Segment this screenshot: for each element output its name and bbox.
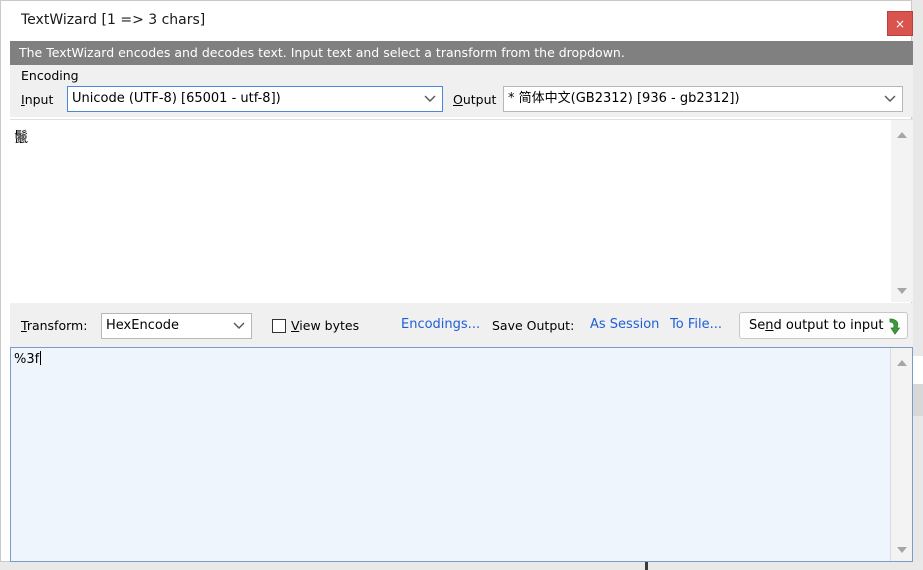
output-label-accel: O [453,92,463,107]
transform-select[interactable]: HexEncode [101,313,252,339]
input-encoding-value: Unicode (UTF-8) [65001 - utf-8]) [72,91,281,106]
input-encoding-select[interactable]: Unicode (UTF-8) [65001 - utf-8]) [67,86,443,112]
output-value: %3f [14,352,40,367]
send-button-prefix: Se [749,318,766,333]
transform-label: Transform: [21,318,87,333]
send-button-text: d output to input [773,318,884,333]
output-encoding-select[interactable]: * 简体中文(GB2312) [936 - gb2312]) [503,86,903,112]
return-arrow-icon [887,317,901,344]
scroll-up-icon[interactable] [897,132,907,138]
input-label-text: nput [24,92,54,107]
scroll-up-icon[interactable] [897,360,907,366]
background-panel-strip [912,384,923,416]
background-bottom-strip [0,561,923,570]
output-text: %3f [14,351,42,367]
output-scrollbar[interactable] [890,348,912,561]
window-title: TextWizard [1 => 3 chars] [21,12,206,28]
chevron-down-icon [424,87,436,103]
output-textarea[interactable]: %3f [10,347,913,562]
text-caret [40,351,42,365]
output-encoding-label: Output [453,92,496,107]
transform-label-text: ransform: [26,318,88,333]
send-output-to-input-button[interactable]: Send output to input [739,312,908,339]
background-panel [912,356,923,384]
info-text: The TextWizard encodes and decodes text.… [19,45,625,60]
background-divider [645,561,648,570]
transform-value: HexEncode [106,318,180,333]
close-icon: × [894,17,906,31]
close-button[interactable]: × [887,11,913,36]
save-output-label: Save Output: [492,318,575,333]
title-bar[interactable]: TextWizard [1 => 3 chars] × [1,1,913,39]
scroll-down-icon[interactable] [897,547,907,553]
save-to-file-link[interactable]: To File... [670,317,722,332]
textwizard-window: TextWizard [1 => 3 chars] × The TextWiza… [0,0,913,562]
chevron-down-icon [884,87,896,103]
send-button-accel: n [765,318,774,333]
chevron-down-icon [233,314,245,330]
save-as-session-link[interactable]: As Session [590,317,659,332]
info-bar: The TextWizard encodes and decodes text.… [10,41,913,65]
input-text: 鬛 [14,130,28,146]
view-bytes-label[interactable]: View bytes [291,318,359,333]
input-textarea[interactable]: 鬛 [10,119,913,302]
input-encoding-label: Input [21,92,53,107]
view-bytes-checkbox[interactable] [272,319,286,333]
scroll-down-icon[interactable] [897,288,907,294]
transform-toolbar: Transform: HexEncode View bytes Encoding… [10,303,913,347]
background-window-edge [912,0,923,570]
output-encoding-value: * 简体中文(GB2312) [936 - gb2312]) [508,91,740,106]
view-bytes-text: iew bytes [299,318,360,333]
encodings-link[interactable]: Encodings... [401,317,480,332]
output-label-text: utput [462,92,497,107]
encoding-group: Encoding Input Unicode (UTF-8) [65001 - … [10,65,913,117]
input-scrollbar[interactable] [891,120,913,302]
encoding-group-label: Encoding [21,68,79,83]
